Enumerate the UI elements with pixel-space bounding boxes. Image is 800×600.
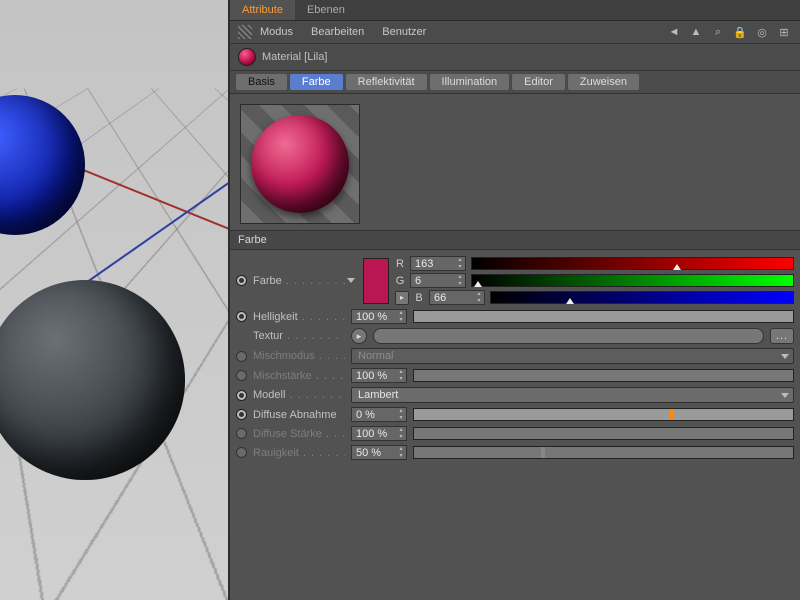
nav-back-icon[interactable]: ◄ (666, 24, 682, 40)
enable-mischstaerke (236, 370, 247, 381)
section-farbe: Farbe (230, 230, 800, 250)
enable-helligkeit[interactable] (236, 311, 247, 322)
menu-bearbeiten[interactable]: Bearbeiten (311, 26, 364, 38)
material-header[interactable]: Material [Lila] (230, 44, 800, 71)
new-tab-icon[interactable]: ◎ (754, 24, 770, 40)
rgb-row-r: R 163▴▾ (395, 256, 794, 271)
row-mischstaerke: Mischstärke 100 %▴▾ (236, 366, 794, 385)
enable-farbe[interactable] (236, 275, 247, 286)
menu-modus[interactable]: Modus (260, 26, 293, 38)
input-rauigkeit: 50 %▴▾ (351, 445, 407, 460)
attribute-menubar: Modus Bearbeiten Benutzer ◄ ▲ ⌕ 🔒 ◎ ⊞ (230, 21, 800, 44)
input-diffuse-abnahme[interactable]: 0 %▴▾ (351, 407, 407, 422)
slider-helligkeit[interactable] (413, 310, 794, 323)
material-name: Material [Lila] (262, 51, 327, 63)
menu-benutzer[interactable]: Benutzer (382, 26, 426, 38)
slider-rauigkeit (413, 446, 794, 459)
row-textur: Textur ▸ ... (236, 326, 794, 346)
input-diffuse-staerke: 100 %▴▾ (351, 426, 407, 441)
input-helligkeit[interactable]: 100 %▴▾ (351, 309, 407, 324)
tab-editor[interactable]: Editor (512, 74, 565, 90)
row-helligkeit: Helligkeit 100 %▴▾ (236, 307, 794, 326)
textur-picker-icon[interactable]: ▸ (351, 328, 367, 344)
tab-reflekt[interactable]: Reflektivität (346, 74, 427, 90)
label-rauigkeit: Rauigkeit (253, 447, 345, 459)
label-farbe: Farbe (253, 275, 345, 287)
row-diffuse-abnahme: Diffuse Abnahme 0 %▴▾ (236, 405, 794, 424)
tab-zuweisen[interactable]: Zuweisen (568, 74, 639, 90)
nav-up-icon[interactable]: ▲ (688, 24, 704, 40)
slider-diffuse-abnahme[interactable] (413, 408, 794, 421)
material-preview[interactable] (240, 104, 360, 224)
attribute-panel: Attribute Ebenen Modus Bearbeiten Benutz… (230, 0, 800, 600)
input-r[interactable]: 163▴▾ (410, 256, 466, 271)
row-farbe: Farbe R 163▴▾ G 6▴▾ ▸ B 66▴▾ (236, 254, 794, 307)
row-diffuse-staerke: Diffuse Stärke 100 %▴▾ (236, 424, 794, 443)
material-channel-tabs: Basis Farbe Reflektivität Illumination E… (230, 71, 800, 94)
input-g[interactable]: 6▴▾ (410, 273, 466, 288)
label-g: G (395, 275, 405, 287)
textur-browse-button[interactable]: ... (770, 328, 794, 344)
slider-diffuse-staerke (413, 427, 794, 440)
input-b[interactable]: 66▴▾ (429, 290, 485, 305)
tab-farbe[interactable]: Farbe (290, 74, 343, 90)
material-icon (238, 48, 256, 66)
label-diffuse-abnahme: Diffuse Abnahme (253, 409, 345, 421)
select-modell[interactable]: Lambert (351, 387, 794, 403)
label-modell: Modell (253, 389, 345, 401)
rgb-group: R 163▴▾ G 6▴▾ ▸ B 66▴▾ (395, 256, 794, 305)
tab-ebenen[interactable]: Ebenen (295, 0, 357, 20)
slider-r[interactable] (471, 257, 794, 270)
grip-icon[interactable] (238, 25, 252, 39)
label-helligkeit: Helligkeit (253, 311, 345, 323)
slider-g[interactable] (471, 274, 794, 287)
enable-modell[interactable] (236, 390, 247, 401)
rgb-row-g: G 6▴▾ (395, 273, 794, 288)
label-mischstaerke: Mischstärke (253, 370, 345, 382)
slider-mischstaerke (413, 369, 794, 382)
material-preview-sphere (251, 115, 349, 213)
label-diffuse-staerke: Diffuse Stärke (253, 428, 345, 440)
lock-icon[interactable]: 🔒 (732, 24, 748, 40)
row-modell: Modell Lambert (236, 385, 794, 405)
label-r: R (395, 258, 405, 270)
textur-field[interactable] (373, 328, 764, 344)
panel-tabs: Attribute Ebenen (230, 0, 800, 21)
expand-farbe-icon[interactable] (347, 278, 355, 283)
label-textur: Textur (253, 330, 345, 342)
label-b: B (414, 292, 424, 304)
enable-rauigkeit (236, 447, 247, 458)
slider-b[interactable] (490, 291, 794, 304)
add-icon[interactable]: ⊞ (776, 24, 792, 40)
label-mischmodus: Mischmodus (253, 350, 345, 362)
viewport-3d[interactable] (0, 0, 230, 600)
rgb-row-b: ▸ B 66▴▾ (395, 290, 794, 305)
enable-mischmodus (236, 351, 247, 362)
select-mischmodus: Normal (351, 348, 794, 364)
row-rauigkeit: Rauigkeit 50 %▴▾ (236, 443, 794, 462)
tab-attribute[interactable]: Attribute (230, 0, 295, 20)
row-mischmodus: Mischmodus Normal (236, 346, 794, 366)
enable-diffuse-staerke (236, 428, 247, 439)
search-icon[interactable]: ⌕ (710, 24, 726, 40)
material-preview-area (230, 94, 800, 230)
tab-basis[interactable]: Basis (236, 74, 287, 90)
properties-list: Farbe R 163▴▾ G 6▴▾ ▸ B 66▴▾ (230, 250, 800, 470)
input-mischstaerke: 100 %▴▾ (351, 368, 407, 383)
tab-illum[interactable]: Illumination (430, 74, 510, 90)
color-swatch[interactable] (363, 258, 389, 304)
expand-b-icon[interactable]: ▸ (395, 291, 409, 305)
enable-diffuse-abnahme[interactable] (236, 409, 247, 420)
